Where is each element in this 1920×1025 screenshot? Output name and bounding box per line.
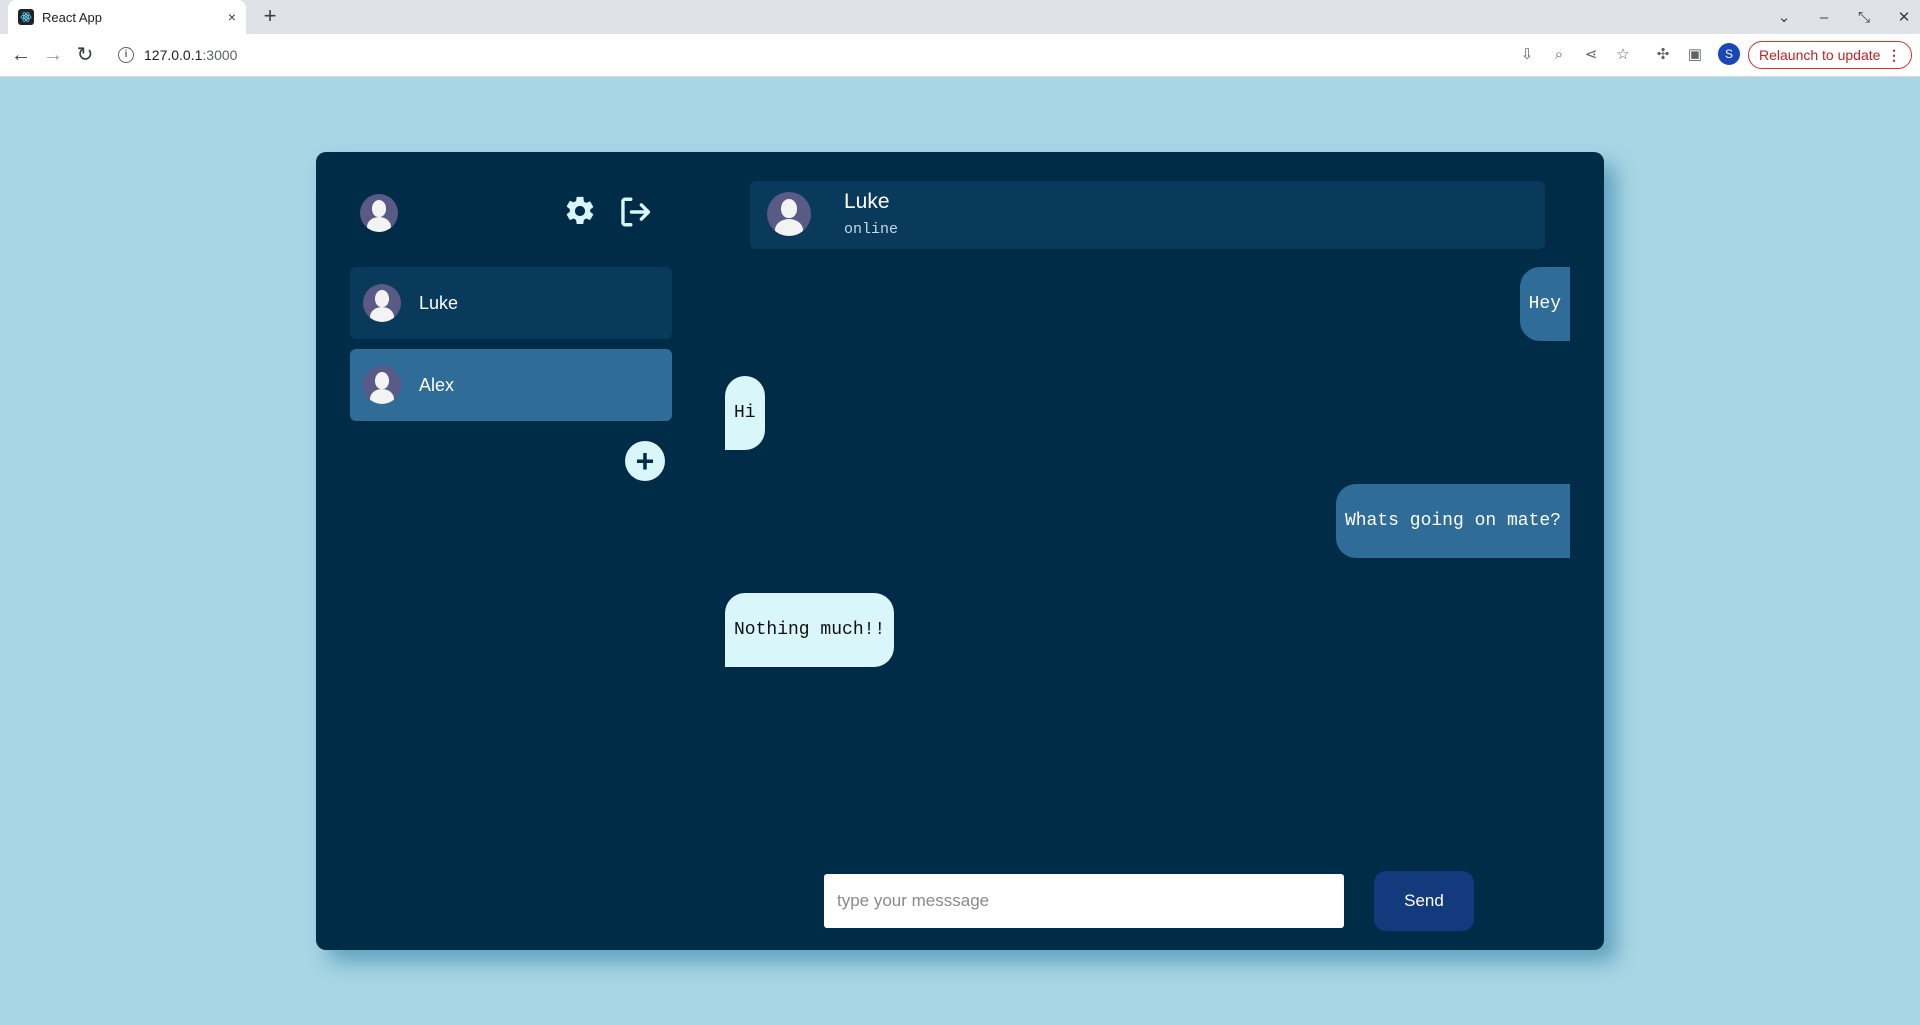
tab-title: React App <box>42 9 102 25</box>
forward-icon[interactable]: → <box>42 44 64 66</box>
reload-icon[interactable]: ↻ <box>74 44 96 66</box>
message-received: Hi <box>725 376 765 450</box>
profile-avatar[interactable]: S <box>1718 43 1740 65</box>
back-icon[interactable]: ← <box>10 44 32 66</box>
tab-search-icon[interactable]: ⌄ <box>1764 8 1804 26</box>
message-sent: Hey <box>1519 267 1570 341</box>
relaunch-button[interactable]: Relaunch to update ⋮ <box>1748 41 1912 69</box>
chat-partner-name: Luke <box>844 190 890 213</box>
chat-header: Luke online <box>750 181 1545 249</box>
contact-item-alex[interactable]: Alex <box>350 349 672 421</box>
install-app-icon[interactable]: ⇩ <box>1517 45 1537 65</box>
browser-tab-bar: React App × + ⌄ – ⤡ ✕ <box>0 0 1920 34</box>
share-icon[interactable]: ⋖ <box>1581 45 1601 65</box>
bookmark-star-icon[interactable]: ☆ <box>1613 45 1633 65</box>
side-panel-icon[interactable]: ▣ <box>1685 45 1705 65</box>
message-input[interactable] <box>824 874 1344 928</box>
new-tab-button[interactable]: + <box>258 5 282 29</box>
minimize-icon[interactable]: – <box>1804 9 1844 26</box>
zoom-icon[interactable]: ⌕ <box>1549 45 1569 65</box>
extensions-icon[interactable]: ✣ <box>1653 45 1673 65</box>
chat-partner-status: online <box>844 221 899 238</box>
message-received: Nothing much!! <box>725 593 895 667</box>
address-bar[interactable]: i 127.0.0.1 :3000 <box>108 39 1513 71</box>
relaunch-label: Relaunch to update <box>1759 47 1881 63</box>
browser-toolbar: ← → ↻ i 127.0.0.1 :3000 ⇩ ⌕ ⋖ ☆ ✣ ▣ <box>0 34 1920 77</box>
contact-name: Luke <box>419 292 459 313</box>
current-user-avatar[interactable] <box>360 194 398 232</box>
browser-menu-icon[interactable]: ⋮ <box>1887 47 1901 64</box>
close-window-icon[interactable]: ✕ <box>1884 8 1920 26</box>
contact-name: Alex <box>419 374 455 395</box>
chat-partner-avatar <box>767 192 811 236</box>
add-contact-button[interactable]: + <box>625 441 665 481</box>
chat-app: Luke Alex + Luke online Hey Hi Whats goi… <box>316 152 1604 950</box>
site-info-icon[interactable]: i <box>118 47 134 63</box>
browser-tab[interactable]: React App × <box>8 0 246 34</box>
restore-icon[interactable]: ⤡ <box>1844 9 1884 26</box>
logout-icon[interactable] <box>618 195 652 229</box>
message-sent: Whats going on mate? <box>1335 484 1570 558</box>
tab-close-icon[interactable]: × <box>228 9 236 25</box>
settings-gear-icon[interactable] <box>563 194 597 228</box>
react-favicon-icon <box>18 9 34 25</box>
url-port: :3000 <box>202 47 238 63</box>
url-host: 127.0.0.1 <box>144 47 203 63</box>
avatar <box>363 366 401 404</box>
avatar <box>363 284 401 322</box>
contact-item-luke[interactable]: Luke <box>350 267 672 339</box>
window-controls: ⌄ – ⤡ ✕ <box>1764 0 1920 34</box>
send-button[interactable]: Send <box>1374 871 1474 931</box>
